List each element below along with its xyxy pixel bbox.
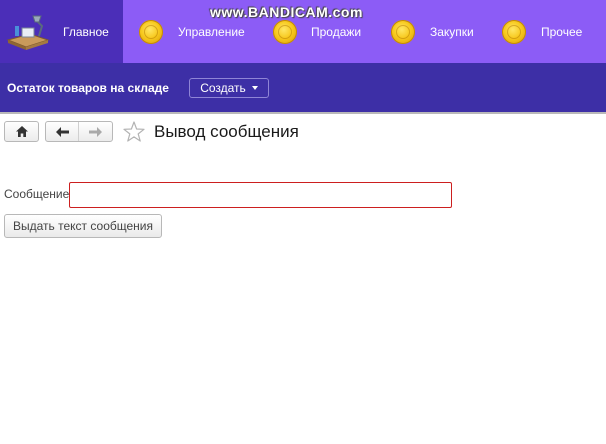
app-window: Главное Управление Продажи Закупки Проче… xyxy=(0,0,606,444)
back-button[interactable] xyxy=(46,122,79,141)
desk-icon xyxy=(6,12,50,52)
function-bar: Остаток товаров на складе Создать xyxy=(0,63,606,112)
section-label: Главное xyxy=(63,24,109,39)
favorite-star-icon[interactable] xyxy=(122,120,146,144)
home-icon xyxy=(15,126,28,137)
output-message-button[interactable]: Выдать текст сообщения xyxy=(4,214,162,238)
section-label: Закупки xyxy=(430,24,474,39)
form-title: Вывод сообщения xyxy=(154,122,299,141)
sections-panel: Главное Управление Продажи Закупки Проче… xyxy=(0,0,606,63)
arrow-right-icon xyxy=(89,126,102,137)
chevron-down-icon xyxy=(251,86,258,90)
recorder-watermark: www.BANDICAM.com xyxy=(210,4,363,20)
function-link-stock-balance[interactable]: Остаток товаров на складе xyxy=(7,81,169,95)
arrow-left-icon xyxy=(55,126,69,137)
section-other[interactable]: Прочее xyxy=(502,0,582,63)
section-main[interactable]: Главное xyxy=(6,0,109,63)
section-label: Управление xyxy=(178,24,245,39)
coin-icon xyxy=(139,19,163,44)
coin-icon xyxy=(273,19,297,44)
message-input[interactable] xyxy=(69,182,452,208)
create-button-label: Создать xyxy=(200,81,246,95)
message-label: Сообщение: xyxy=(4,187,73,201)
coin-icon xyxy=(391,19,415,44)
navigation-group xyxy=(45,121,113,142)
forward-button[interactable] xyxy=(79,122,112,141)
section-label: Прочее xyxy=(541,24,583,39)
divider xyxy=(0,112,606,114)
coin-icon xyxy=(502,19,526,44)
home-button[interactable] xyxy=(4,121,39,142)
section-purchases[interactable]: Закупки xyxy=(391,0,474,63)
create-button[interactable]: Создать xyxy=(189,78,269,98)
section-label: Продажи xyxy=(311,24,362,39)
